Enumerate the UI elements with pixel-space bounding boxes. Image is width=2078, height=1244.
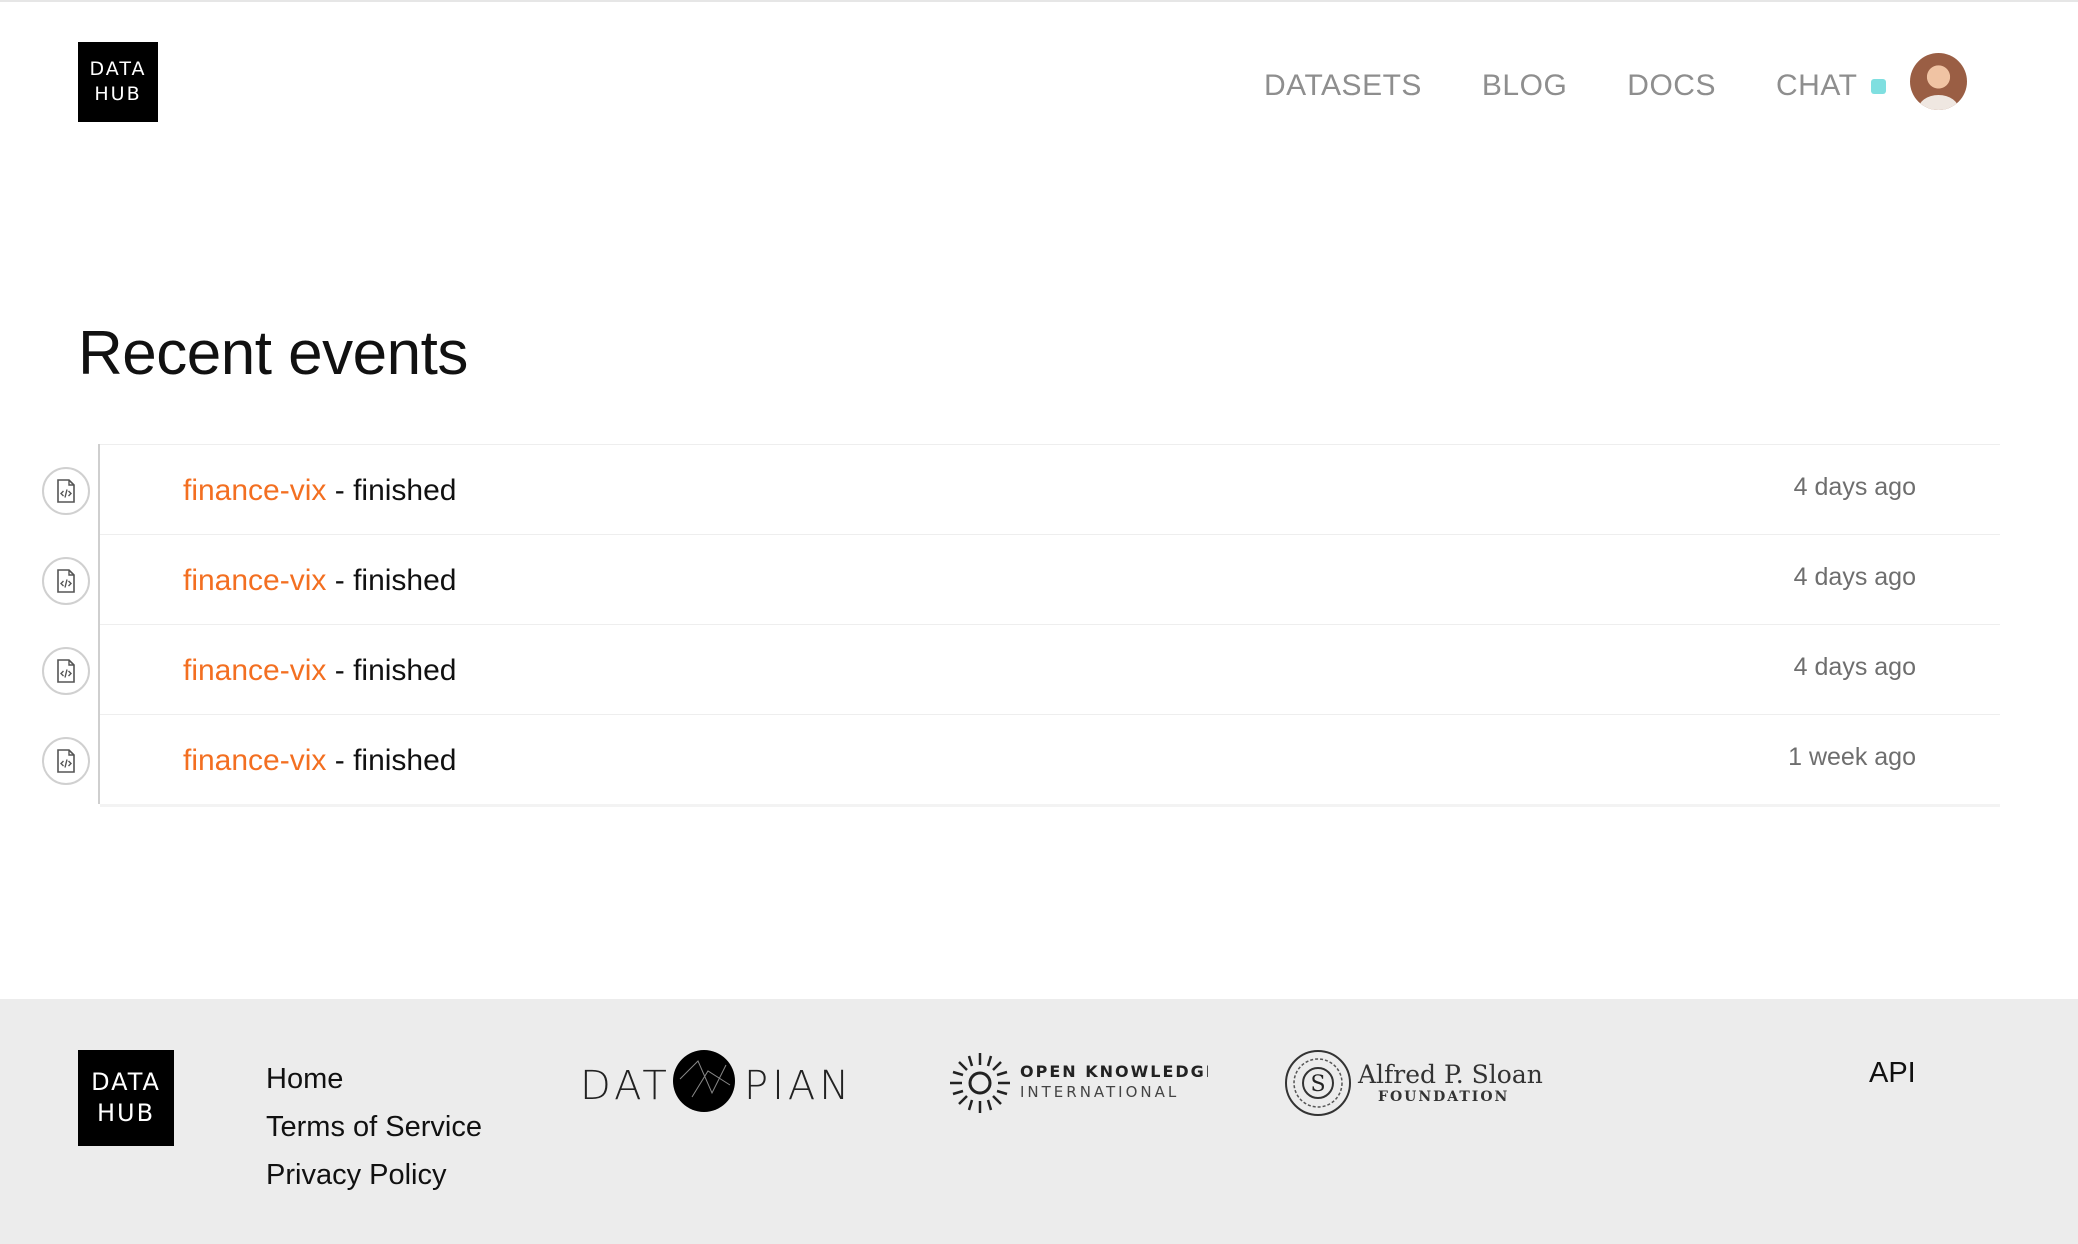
event-row: finance-vix - finished 1 week ago — [42, 714, 2000, 807]
footer-link-api[interactable]: API — [1869, 1055, 1916, 1091]
event-dataset-link[interactable]: finance-vix — [183, 744, 326, 777]
code-file-icon — [42, 647, 90, 695]
footer-logo-line-1: DATA — [91, 1067, 161, 1096]
logo-line-2: HUB — [94, 83, 142, 105]
sloan-seal-icon: S — [1285, 1050, 1351, 1116]
sloan-foundation-logo[interactable]: S Alfred P. Sloan FOUNDATION — [1284, 1047, 1546, 1119]
footer-links: Home Terms of Service Privacy Policy — [266, 1055, 482, 1199]
event-description: finance-vix - finished — [183, 563, 456, 599]
top-border — [0, 0, 2078, 2]
sloan-line-1: Alfred P. Sloan — [1357, 1060, 1543, 1089]
event-time: 4 days ago — [1793, 473, 1916, 501]
code-file-icon — [42, 557, 90, 605]
footer-link-terms[interactable]: Terms of Service — [266, 1103, 482, 1151]
datopian-text-left: DAT — [580, 1063, 671, 1109]
footer-link-home[interactable]: Home — [266, 1055, 482, 1103]
event-time: 1 week ago — [1788, 743, 1916, 771]
site-footer: DATA HUB Home Terms of Service Privacy P… — [0, 999, 2078, 1244]
event-dataset-link[interactable]: finance-vix — [183, 474, 326, 507]
main-nav: DATASETS BLOG DOCS CHAT — [1264, 68, 1887, 104]
nav-docs[interactable]: DOCS — [1627, 68, 1716, 104]
event-row: finance-vix - finished 4 days ago — [42, 534, 2000, 624]
datahub-logo[interactable]: DATA HUB — [78, 42, 158, 122]
svg-text:S: S — [1310, 1072, 1325, 1097]
event-time: 4 days ago — [1793, 653, 1916, 681]
event-description: finance-vix - finished — [183, 743, 456, 779]
footer-logo-line-2: HUB — [96, 1099, 156, 1127]
events-list: finance-vix - finished 4 days ago financ… — [42, 444, 2000, 807]
user-avatar[interactable] — [1910, 53, 1967, 110]
event-status: - finished — [326, 654, 457, 687]
footer-datahub-logo[interactable]: DATA HUB — [78, 1050, 174, 1146]
code-file-icon — [42, 467, 90, 515]
page-title: Recent events — [78, 319, 468, 388]
event-row: finance-vix - finished 4 days ago — [42, 624, 2000, 714]
chat-online-indicator — [1871, 78, 1887, 94]
nav-chat-label: CHAT — [1775, 69, 1858, 102]
logo-line-1: DATA — [89, 58, 147, 81]
open-knowledge-logo[interactable]: OPEN KNOWLEDGE INTERNATIONAL — [948, 1047, 1217, 1119]
event-description: finance-vix - finished — [183, 473, 456, 509]
okfn-line-2: INTERNATIONAL — [1020, 1083, 1179, 1101]
sloan-line-2: FOUNDATION — [1378, 1089, 1509, 1105]
event-dataset-link[interactable]: finance-vix — [183, 564, 326, 597]
footer-link-privacy[interactable]: Privacy Policy — [266, 1151, 482, 1199]
nav-chat[interactable]: CHAT — [1775, 68, 1887, 104]
code-file-icon — [42, 737, 90, 785]
event-status: - finished — [326, 564, 457, 597]
datopian-text-right: PIAN — [744, 1063, 853, 1109]
event-description: finance-vix - finished — [183, 653, 456, 689]
okfn-line-1: OPEN KNOWLEDGE — [1020, 1062, 1208, 1081]
datopian-logo[interactable]: DAT PIAN — [580, 1049, 860, 1117]
nav-blog[interactable]: BLOG — [1482, 68, 1567, 104]
event-time: 4 days ago — [1793, 563, 1916, 591]
okfn-sunburst-icon — [950, 1053, 1010, 1113]
nav-datasets[interactable]: DATASETS — [1264, 68, 1422, 104]
event-dataset-link[interactable]: finance-vix — [183, 654, 326, 687]
event-status: - finished — [326, 474, 457, 507]
event-status: - finished — [326, 744, 457, 777]
event-row: finance-vix - finished 4 days ago — [42, 444, 2000, 534]
